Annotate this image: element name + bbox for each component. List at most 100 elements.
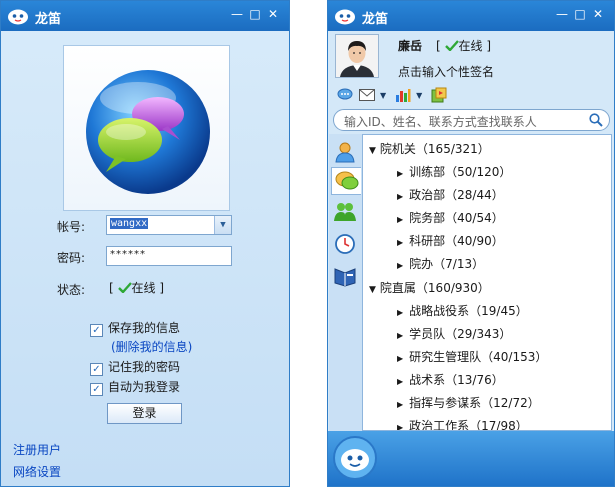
group-label: 院直属（160/930） <box>379 281 490 295</box>
app-manager-icon[interactable] <box>430 87 448 103</box>
tree-item-label: 科研部（40/90） <box>409 234 504 248</box>
checkmark-icon <box>117 282 132 294</box>
chevron-down-icon[interactable]: ▼ <box>369 146 376 156</box>
auto-login-checkbox[interactable]: ✓ 自动为我登录 <box>90 378 180 396</box>
tree-item-label: 院务部（40/54） <box>409 211 504 225</box>
chevron-right-icon[interactable]: ▶ <box>397 400 403 409</box>
avatar[interactable] <box>335 34 379 78</box>
tree-item-label: 政治部（28/44） <box>409 188 504 202</box>
main-menu-logo-icon[interactable] <box>333 436 377 480</box>
tree-item-label: 学员队（29/343） <box>409 327 512 341</box>
tab-contacts[interactable] <box>331 138 359 166</box>
tree-item[interactable]: ▶ 院务部（40/54） <box>397 209 504 226</box>
checkbox-checked-icon[interactable]: ✓ <box>90 324 103 337</box>
signature-field[interactable]: 点击输入个性签名 <box>398 63 494 80</box>
tree-item-label: 训练部（50/120） <box>409 165 512 179</box>
bar-chart-icon[interactable] <box>394 87 412 103</box>
tab-address-book[interactable] <box>331 262 359 290</box>
checkmark-icon <box>444 40 459 52</box>
search-icon[interactable] <box>589 113 603 127</box>
chevron-right-icon[interactable]: ▶ <box>397 192 403 201</box>
tab-recent[interactable] <box>331 230 359 258</box>
tab-groups[interactable] <box>331 167 361 195</box>
checkbox-checked-icon[interactable]: ✓ <box>90 363 103 376</box>
tab-team[interactable] <box>331 198 359 226</box>
auto-login-label: 自动为我登录 <box>108 380 181 394</box>
remember-password-checkbox[interactable]: ✓ 记住我的密码 <box>90 358 180 376</box>
user-photo-icon <box>336 35 378 77</box>
chat-icon[interactable] <box>336 87 354 103</box>
people-icon <box>334 203 356 221</box>
tree-item[interactable]: ▶ 科研部（40/90） <box>397 232 504 249</box>
chevron-right-icon[interactable]: ▶ <box>397 354 403 363</box>
chevron-right-icon[interactable]: ▶ <box>397 169 403 178</box>
group-header[interactable]: ▼ 院直属（160/930） <box>369 279 490 296</box>
register-link[interactable]: 注册用户 <box>13 441 61 458</box>
tree-item[interactable]: ▶ 院办（7/13） <box>397 255 484 272</box>
chevron-down-icon[interactable]: ▼ <box>369 285 376 295</box>
login-title: 龙笛 <box>35 12 62 27</box>
main-window: 龙笛 — □ ✕ 廉岳 [ 在线 ] 点击输入个性签名 ▼ ▼ 输入ID、姓名、… <box>327 0 615 487</box>
account-value[interactable]: wangxx <box>110 218 149 229</box>
tree-item[interactable]: ▶ 战略战役系（19/45） <box>397 302 528 319</box>
chevron-right-icon[interactable]: ▶ <box>397 238 403 247</box>
tree-item-label: 院办（7/13） <box>409 257 485 271</box>
tree-item-label: 政治工作系（17/98） <box>409 419 528 431</box>
login-button[interactable]: 登录 <box>107 403 182 424</box>
clock-icon <box>335 234 355 254</box>
delete-info-link[interactable]: (删除我的信息) <box>111 338 192 355</box>
mail-icon[interactable] <box>358 87 376 103</box>
app-logo-icon <box>335 9 355 25</box>
chevron-right-icon[interactable]: ▶ <box>397 215 403 224</box>
chevron-right-icon[interactable]: ▶ <box>397 308 403 317</box>
save-info-checkbox[interactable]: ✓ 保存我的信息 <box>90 319 180 337</box>
status-selector[interactable]: [ 在线 ] <box>436 37 491 54</box>
user-status: 在线 <box>458 39 483 53</box>
chat-bubbles-icon <box>335 171 358 190</box>
main-titlebar[interactable]: 龙笛 — □ ✕ <box>328 1 614 31</box>
app-logo-icon <box>8 9 28 25</box>
minimize-button[interactable]: — <box>229 6 245 22</box>
close-button[interactable]: ✕ <box>590 6 606 22</box>
chevron-right-icon[interactable]: ▶ <box>397 377 403 386</box>
chevron-right-icon[interactable]: ▶ <box>397 261 403 270</box>
account-label: 帐号: <box>57 220 86 234</box>
chevron-right-icon[interactable]: ▶ <box>397 331 403 340</box>
sidebar <box>329 134 362 431</box>
bottom-bar <box>328 431 614 486</box>
search-placeholder: 输入ID、姓名、联系方式查找联系人 <box>344 115 537 129</box>
main-title: 龙笛 <box>362 12 389 27</box>
chat-bubbles-logo-icon <box>86 70 210 194</box>
tree-item-label: 研究生管理队（40/153） <box>409 350 548 364</box>
login-titlebar[interactable]: 龙笛 — □ ✕ <box>1 1 289 31</box>
network-settings-link[interactable]: 网络设置 <box>13 463 61 480</box>
account-combobox[interactable]: wangxx ▼ <box>106 215 232 235</box>
close-button[interactable]: ✕ <box>265 6 281 22</box>
group-label: 院机关（165/321） <box>379 142 490 156</box>
checkbox-checked-icon[interactable]: ✓ <box>90 383 103 396</box>
product-logo <box>63 45 230 211</box>
tree-item[interactable]: ▶ 训练部（50/120） <box>397 163 511 180</box>
mail-dropdown-icon[interactable]: ▼ <box>380 91 386 100</box>
status-value: 在线 <box>131 281 156 295</box>
maximize-button[interactable]: □ <box>572 6 588 22</box>
tree-item[interactable]: ▶ 政治部（28/44） <box>397 186 504 203</box>
minimize-button[interactable]: — <box>554 6 570 22</box>
contact-tree: ▼ 院机关（165/321） ▶ 训练部（50/120） ▶ 政治部（28/44） ▶… <box>362 134 612 431</box>
chevron-right-icon[interactable]: ▶ <box>397 423 403 430</box>
contact-search-input[interactable]: 输入ID、姓名、联系方式查找联系人 <box>333 109 610 131</box>
chart-dropdown-icon[interactable]: ▼ <box>416 91 422 100</box>
password-label: 密码: <box>57 251 86 265</box>
password-field[interactable]: ****** <box>106 246 232 266</box>
tree-item[interactable]: ▶ 政治工作系（17/98） <box>397 417 528 431</box>
group-header[interactable]: ▼ 院机关（165/321） <box>369 140 490 157</box>
tree-item[interactable]: ▶ 指挥与参谋系（12/72） <box>397 394 540 411</box>
status-selector[interactable]: [ 在线 ] <box>109 279 164 296</box>
tree-item[interactable]: ▶ 战术系（13/76） <box>397 371 504 388</box>
tree-item-label: 战略战役系（19/45） <box>409 304 528 318</box>
person-icon <box>335 142 355 163</box>
maximize-button[interactable]: □ <box>247 6 263 22</box>
tree-item[interactable]: ▶ 学员队（29/343） <box>397 325 511 342</box>
chevron-down-icon[interactable]: ▼ <box>214 216 231 234</box>
tree-item[interactable]: ▶ 研究生管理队（40/153） <box>397 348 547 365</box>
